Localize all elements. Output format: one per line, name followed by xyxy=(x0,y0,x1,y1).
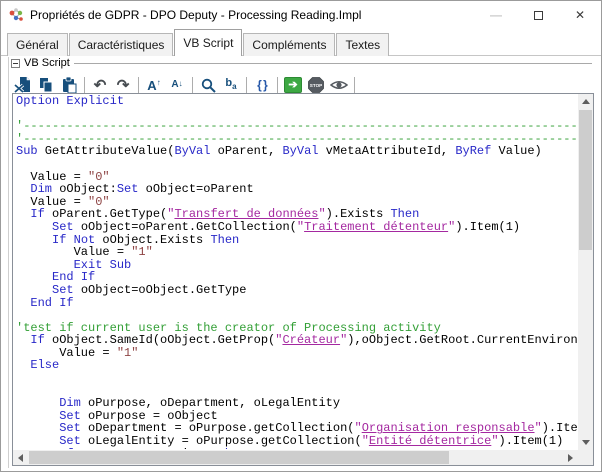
vertical-scroll-thumb[interactable] xyxy=(579,110,592,250)
toolbar-separator xyxy=(84,77,85,94)
tab-general[interactable]: Général xyxy=(7,33,68,56)
vb-script-editor[interactable]: Option Explicit'------------------------… xyxy=(12,93,594,466)
toolbar-separator xyxy=(246,77,247,94)
cut-script-button[interactable] xyxy=(13,75,33,95)
close-button[interactable]: ✕ xyxy=(559,1,601,29)
group-rule xyxy=(74,63,592,64)
run-script-button[interactable]: ➔ xyxy=(283,75,303,95)
tab-caracteristiques[interactable]: Caractéristiques xyxy=(69,33,174,56)
stop-sign-icon: STOP xyxy=(307,76,325,94)
collapse-toggle-icon[interactable] xyxy=(11,59,20,68)
copy-icon xyxy=(37,76,55,94)
group-header: VB Script xyxy=(11,57,594,69)
maximize-button[interactable] xyxy=(517,1,559,29)
tab-vb-script[interactable]: VB Script xyxy=(174,29,242,56)
scroll-up-arrow[interactable] xyxy=(578,94,593,109)
horizontal-scrollbar[interactable] xyxy=(13,450,578,465)
toolbar-separator xyxy=(354,77,355,94)
scroll-left-arrow[interactable] xyxy=(13,450,28,465)
titlebar: Propriétés de GDPR - DPO Deputy - Proces… xyxy=(1,1,601,29)
search-icon xyxy=(200,77,217,94)
vertical-scrollbar[interactable] xyxy=(578,94,593,450)
tab-bar: Général Caractéristiques VB Script Compl… xyxy=(1,30,601,56)
cut-script-icon xyxy=(14,76,32,94)
undo-button[interactable]: ↶ xyxy=(90,75,110,95)
find-button[interactable] xyxy=(198,75,218,95)
toolbar-separator xyxy=(277,77,278,94)
window-controls: — ✕ xyxy=(475,1,601,29)
run-icon: ➔ xyxy=(284,77,302,93)
down-triangle-icon xyxy=(582,440,590,445)
copy-button[interactable] xyxy=(36,75,56,95)
toolbar-separator xyxy=(138,77,139,94)
font-decrease-icon: A↓ xyxy=(171,80,182,90)
stop-script-button[interactable]: STOP xyxy=(306,75,326,95)
replace-button[interactable]: ba xyxy=(221,75,241,95)
left-triangle-icon xyxy=(18,454,23,462)
font-increase-icon: A↑ xyxy=(147,79,160,92)
right-triangle-icon xyxy=(568,454,573,462)
paste-button[interactable] xyxy=(59,75,79,95)
tab-complements[interactable]: Compléments xyxy=(243,33,335,56)
properties-dialog: Propriétés de GDPR - DPO Deputy - Proces… xyxy=(0,0,602,472)
code-area[interactable]: Option Explicit'------------------------… xyxy=(16,95,577,449)
toolbar-separator xyxy=(192,77,193,94)
replace-icon: ba xyxy=(225,78,236,91)
maximize-icon xyxy=(534,11,543,20)
redo-button[interactable]: ↷ xyxy=(113,75,133,95)
group-label: VB Script xyxy=(24,57,70,69)
window-title: Propriétés de GDPR - DPO Deputy - Proces… xyxy=(30,8,361,22)
scroll-down-arrow[interactable] xyxy=(578,435,593,450)
tab-textes[interactable]: Textes xyxy=(336,33,389,56)
font-decrease-button[interactable]: A↓ xyxy=(167,75,187,95)
paste-icon xyxy=(60,76,78,94)
horizontal-scroll-thumb[interactable] xyxy=(29,451,449,464)
scrollbar-corner xyxy=(578,450,593,465)
app-molecule-icon xyxy=(8,7,24,23)
vb-script-group: VB Script xyxy=(8,57,594,468)
scroll-right-arrow[interactable] xyxy=(563,450,578,465)
preview-button[interactable] xyxy=(329,75,349,95)
up-triangle-icon xyxy=(582,99,590,104)
eye-icon xyxy=(330,78,348,92)
svg-text:STOP: STOP xyxy=(310,83,322,88)
redo-icon: ↷ xyxy=(117,78,130,93)
braces-icon: { } xyxy=(257,78,267,92)
code-braces-button[interactable]: { } xyxy=(252,75,272,95)
minimize-button: — xyxy=(475,1,517,29)
undo-icon: ↶ xyxy=(94,78,107,93)
font-increase-button[interactable]: A↑ xyxy=(144,75,164,95)
